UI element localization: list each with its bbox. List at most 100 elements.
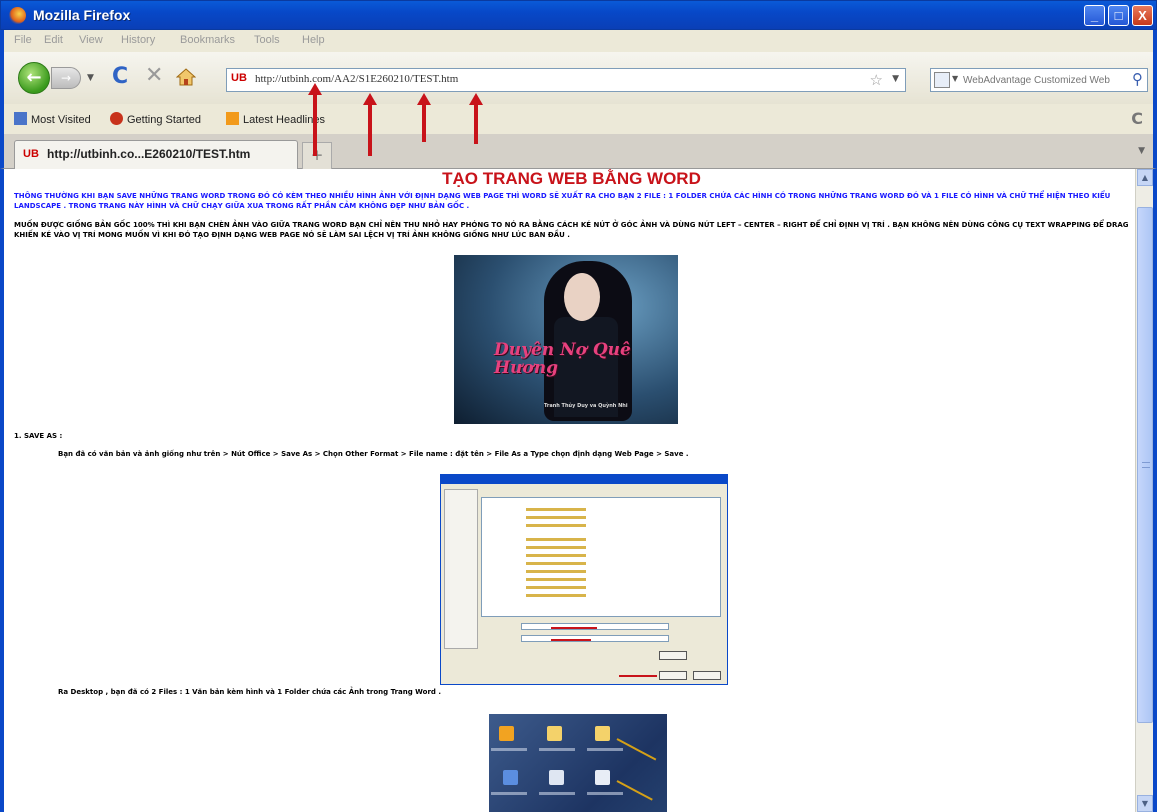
close-button[interactable]: X xyxy=(1132,5,1153,26)
instruction-paragraph: MUỐN ĐƯỢC GIỐNG BẢN GỐC 100% THÌ KHI BẠN… xyxy=(14,221,1129,239)
search-engine-icon[interactable] xyxy=(934,72,950,88)
bookmark-label: Getting Started xyxy=(127,114,201,126)
desktop-icon-label xyxy=(587,792,623,795)
file-row xyxy=(526,586,586,589)
hero-script-text: Duyên Nợ Quê Hương xyxy=(494,340,631,378)
desktop-file-icon xyxy=(549,770,564,785)
history-dropdown-icon[interactable]: ▼ xyxy=(87,73,94,83)
url-text[interactable]: http://utbinh.com/AA2/S1E260210/TEST.htm xyxy=(255,73,458,85)
intro-paragraph: THÔNG THƯỜNG KHI BẠN SAVE NHỮNG TRANG WO… xyxy=(14,192,1111,210)
file-row xyxy=(526,562,586,565)
bookmark-star-icon[interactable]: ☆ xyxy=(870,71,883,89)
desktop-file-icon xyxy=(503,770,518,785)
file-row xyxy=(526,546,586,549)
file-row xyxy=(526,524,586,527)
scroll-down-icon[interactable]: ▼ xyxy=(1137,795,1153,812)
menu-bookmarks[interactable]: Bookmarks xyxy=(180,34,235,46)
forward-button[interactable]: → xyxy=(51,67,81,89)
firefox-icon xyxy=(9,7,26,24)
maximize-button[interactable]: □ xyxy=(1108,5,1129,26)
window-title: Mozilla Firefox xyxy=(33,7,131,23)
hero-image: Duyên Nợ Quê Hương Tranh Thủy Duy va Quỳ… xyxy=(454,255,678,424)
scroll-thumb[interactable] xyxy=(1137,207,1153,723)
hero-caption: Tranh Thủy Duy va Quỳnh Nhi xyxy=(544,403,628,409)
addon-c-icon[interactable]: C xyxy=(1131,109,1143,128)
dialog-file-list xyxy=(481,497,721,617)
dialog-filetype-field xyxy=(521,635,669,642)
annotation-arrow xyxy=(469,93,483,144)
step1-text: Bạn đã có văn bản và ảnh giống như trên … xyxy=(58,450,689,458)
menu-tools[interactable]: Tools xyxy=(254,34,280,46)
hero-figure-face xyxy=(564,273,600,321)
window-title-bar: Mozilla Firefox _ □ X xyxy=(0,0,1157,30)
forward-arrow-icon: → xyxy=(60,71,72,85)
dialog-places-pane xyxy=(444,489,478,649)
tab-favicon: UB xyxy=(23,148,39,160)
folder-icon xyxy=(547,726,562,741)
save-as-dialog-screenshot xyxy=(440,474,728,685)
dialog-save-button xyxy=(659,671,687,680)
search-engine-dropdown-icon[interactable]: ▼ xyxy=(952,74,958,83)
desktop-icon-label xyxy=(539,792,575,795)
search-bar[interactable]: ▼ ⚲ xyxy=(930,68,1148,92)
scroll-grip xyxy=(1142,462,1150,468)
word-doc-icon xyxy=(595,770,610,785)
minimize-button[interactable]: _ xyxy=(1084,5,1105,26)
tab-test-htm[interactable]: UB http://utbinh.co...E260210/TEST.htm xyxy=(14,140,298,169)
stop-icon[interactable]: ✕ xyxy=(145,65,163,87)
search-input[interactable] xyxy=(963,72,1125,88)
reload-icon[interactable]: C xyxy=(112,66,128,88)
menu-history[interactable]: History xyxy=(121,34,155,46)
step1-heading: 1. SAVE AS : xyxy=(14,432,63,440)
menu-edit[interactable]: Edit xyxy=(44,34,63,46)
most-visited-icon xyxy=(14,112,27,125)
search-icon[interactable]: ⚲ xyxy=(1132,70,1143,88)
file-row xyxy=(526,554,586,557)
dialog-cancel-button xyxy=(693,671,721,680)
desktop-text: Ra Desktop , bạn đã có 2 Files : 1 Văn b… xyxy=(58,688,442,696)
tab-list-dropdown-icon[interactable]: ▼ xyxy=(1138,146,1145,156)
annotation-arrow xyxy=(551,639,591,641)
vertical-scrollbar[interactable]: ▲ ▼ xyxy=(1135,169,1153,812)
scroll-up-icon[interactable]: ▲ xyxy=(1137,169,1153,186)
file-row xyxy=(526,516,586,519)
page-content: TẠO TRANG WEB BẰNG WORD THÔNG THƯỜNG KHI… xyxy=(0,169,1157,812)
folder-icon xyxy=(595,726,610,741)
annotation-arrow xyxy=(551,627,597,629)
annotation-arrow xyxy=(619,675,657,677)
file-row xyxy=(526,538,586,541)
page-title: TẠO TRANG WEB BẰNG WORD xyxy=(442,169,701,188)
firefox-icon xyxy=(110,112,123,125)
annotation-arrow xyxy=(616,780,653,801)
dialog-title-bar xyxy=(441,475,727,484)
file-row xyxy=(526,508,586,511)
back-arrow-icon: ← xyxy=(26,67,42,88)
menu-file[interactable]: File xyxy=(14,34,32,46)
menu-help[interactable]: Help xyxy=(302,34,325,46)
desktop-icon-label xyxy=(491,792,527,795)
site-favicon: UB xyxy=(231,72,247,84)
bookmark-latest-headlines[interactable]: Latest Headlines xyxy=(226,112,325,126)
menu-view[interactable]: View xyxy=(79,34,103,46)
desktop-file-icon xyxy=(499,726,514,741)
desktop-icon-label xyxy=(491,748,527,751)
bookmark-label: Most Visited xyxy=(31,114,91,126)
bookmark-most-visited[interactable]: Most Visited xyxy=(14,112,91,126)
address-bar[interactable]: UB http://utbinh.com/AA2/S1E260210/TEST.… xyxy=(226,68,906,92)
url-dropdown-icon[interactable]: ▼ xyxy=(892,74,899,84)
tab-strip: UB http://utbinh.co...E260210/TEST.htm +… xyxy=(0,134,1157,169)
annotation-arrow xyxy=(308,83,322,156)
annotation-arrow xyxy=(363,93,377,156)
new-tab-button[interactable]: + xyxy=(302,142,332,169)
desktop-screenshot xyxy=(489,714,667,812)
bookmarks-toolbar: Most Visited Getting Started Latest Head… xyxy=(0,104,1157,134)
file-row xyxy=(526,578,586,581)
bookmark-getting-started[interactable]: Getting Started xyxy=(110,112,201,126)
annotation-arrow xyxy=(417,93,431,142)
back-button[interactable]: ← xyxy=(18,62,50,94)
rss-icon xyxy=(226,112,239,125)
dialog-change-title-button xyxy=(659,651,687,660)
desktop-icon-label xyxy=(587,748,623,751)
navigation-toolbar: ← → ▼ C ✕ UB http://utbinh.com/AA2/S1E26… xyxy=(0,52,1157,104)
home-icon[interactable] xyxy=(176,68,196,86)
